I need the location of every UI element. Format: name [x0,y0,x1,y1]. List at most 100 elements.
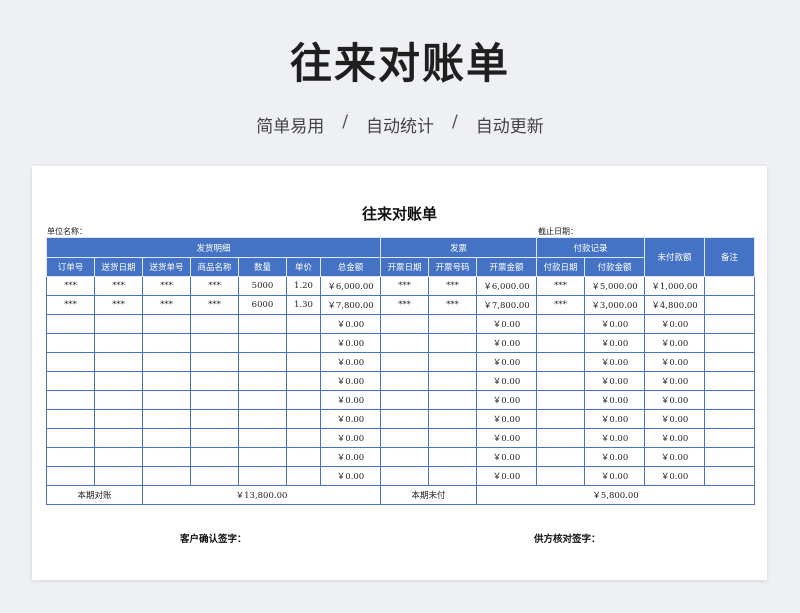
cell-product-name: *** [190,295,239,315]
ledger-table: 发货明细 发票 付款记录 未付款额 备注 订单号 送货日期 送货单号 商品名称 … [45,237,756,505]
cell-total: ￥0.00 [319,371,382,391]
cell-payment-date [536,352,586,372]
cell-order-no [46,352,95,372]
tag-auto-stats: 自动统计 [366,117,434,137]
cell-unpaid: ￥0.00 [644,371,706,391]
cell-unit-price [286,466,321,486]
cell-invoice-amount: ￥0.00 [476,352,538,372]
cell-invoice-no [428,352,478,372]
cell-quantity [238,428,287,448]
page-title: 往来对账单 [289,39,510,88]
cell-order-no [46,428,95,448]
cell-payment-amount: ￥3,000.00 [584,295,646,315]
period-label: 本期对账 [46,485,143,505]
col-quantity: 数量 [238,257,287,277]
cell-payment-date [536,428,586,448]
cell-invoice-no [428,314,478,334]
cell-unpaid: ￥1,000.00 [644,276,706,296]
cell-order-no [46,333,95,353]
cell-delivery-no [142,333,191,353]
cell-invoice-date [380,466,430,486]
cell-unpaid: ￥0.00 [644,428,706,448]
cell-quantity [238,371,287,391]
cell-invoice-date [380,314,430,334]
cell-payment-date [536,390,586,410]
cell-delivery-date [94,314,143,334]
cell-remark [704,276,756,296]
cell-order-no: *** [46,276,95,296]
col-invoice-date: 开票日期 [380,257,430,277]
customer-signature-label: 客户确认签字： [180,534,247,545]
cell-invoice-amount: ￥0.00 [476,333,538,353]
tag-separator: / [342,112,348,132]
group-invoice: 发票 [380,237,538,258]
cell-unit-price: 1.20 [286,276,321,296]
cell-payment-amount: ￥0.00 [584,409,646,429]
statement-sheet: 往来对账单 单位名称： 截止日期： 发货明细 发票 付款记录 未付款额 备注 订… [32,166,767,580]
cell-product-name [190,447,239,467]
cell-invoice-no [428,466,478,486]
cell-unpaid: ￥0.00 [644,314,706,334]
cell-delivery-date [94,428,143,448]
group-payment: 付款记录 [536,237,646,258]
cell-delivery-no [142,352,191,372]
cell-delivery-date: *** [94,295,143,315]
cell-payment-date: *** [536,276,586,296]
cell-delivery-no [142,409,191,429]
col-payment-date: 付款日期 [536,257,586,277]
table-row: ￥0.00 ￥0.00 ￥0.00 ￥0.00 [46,466,756,486]
cell-unit-price [286,409,321,429]
cell-invoice-date: *** [380,295,430,315]
cell-quantity [238,447,287,467]
cell-product-name [190,333,239,353]
cell-quantity [238,314,287,334]
col-payment-amount: 付款金额 [584,257,646,277]
cell-unpaid: ￥0.00 [644,409,706,429]
cell-quantity [238,409,287,429]
cell-unpaid: ￥0.00 [644,447,706,467]
cell-invoice-no: *** [428,295,478,315]
cell-delivery-date [94,466,143,486]
cell-payment-date [536,314,586,334]
cell-invoice-date [380,409,430,429]
cell-delivery-date [94,390,143,410]
col-unit-price: 单价 [286,257,321,277]
cell-invoice-no [428,409,478,429]
cell-remark [704,390,756,410]
cell-order-no: *** [46,295,95,315]
col-total: 总金额 [319,257,382,277]
cell-unpaid: ￥0.00 [644,352,706,372]
cell-remark [704,447,756,467]
cell-delivery-date [94,447,143,467]
cell-unpaid: ￥0.00 [644,466,706,486]
cell-payment-amount: ￥0.00 [584,333,646,353]
cell-unpaid: ￥4,800.00 [644,295,706,315]
cell-invoice-date [380,428,430,448]
cell-total: ￥6,000.00 [319,276,382,296]
cell-payment-amount: ￥0.00 [584,314,646,334]
cell-payment-date [536,447,586,467]
cell-invoice-amount: ￥0.00 [476,409,538,429]
cell-payment-amount: ￥0.00 [584,428,646,448]
cell-invoice-amount: ￥0.00 [476,466,538,486]
cell-invoice-no [428,447,478,467]
cell-invoice-no [428,390,478,410]
cell-payment-amount: ￥0.00 [584,371,646,391]
cell-remark [704,352,756,372]
cell-invoice-amount: ￥0.00 [476,371,538,391]
unpaid-total: ￥5,800.00 [476,485,756,505]
cell-payment-date [536,371,586,391]
cell-delivery-no [142,371,191,391]
cell-delivery-date [94,409,143,429]
tag-separator: / [452,112,458,132]
cell-total: ￥7,800.00 [319,295,382,315]
cell-delivery-date [94,371,143,391]
cell-quantity [238,466,287,486]
cell-order-no [46,447,95,467]
cell-delivery-no: *** [142,276,191,296]
table-row: ￥0.00 ￥0.00 ￥0.00 ￥0.00 [46,447,756,467]
cutoff-date-label: 截止日期： [538,227,578,236]
cell-delivery-no [142,314,191,334]
cell-remark [704,333,756,353]
cell-product-name [190,466,239,486]
